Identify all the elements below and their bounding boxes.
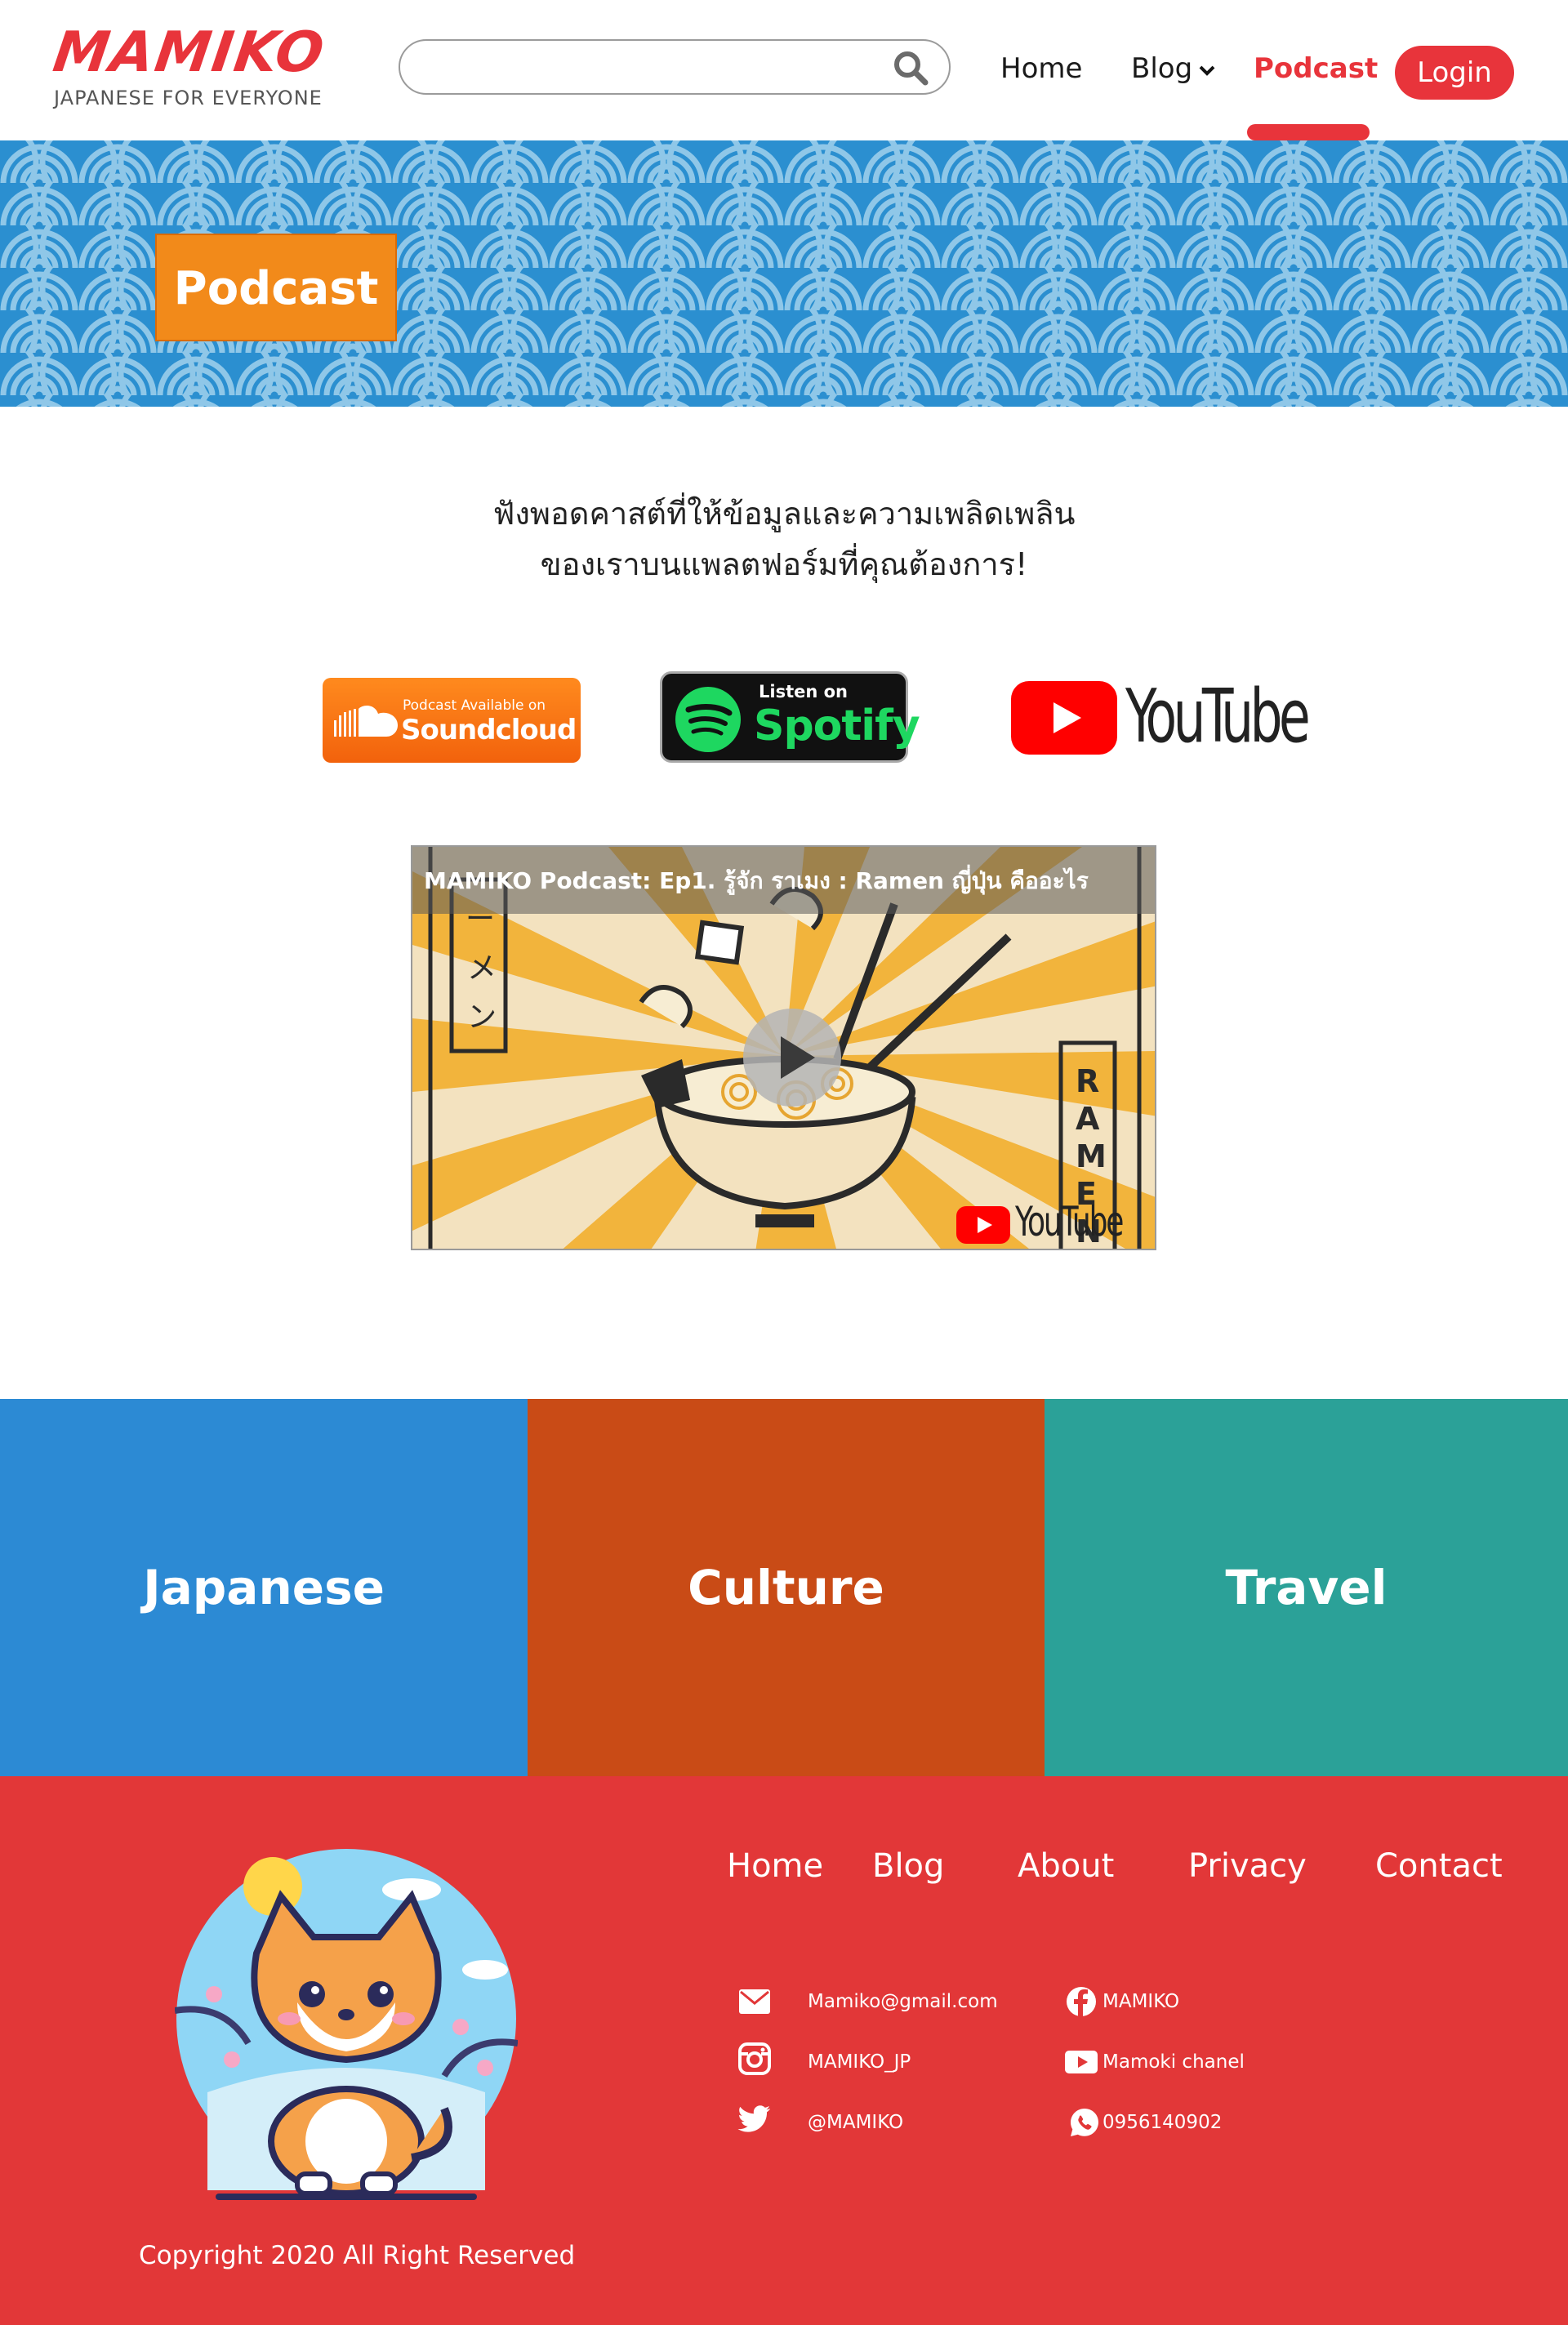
footer-nav-contact[interactable]: Contact [1375, 1847, 1503, 1885]
youtube-badge[interactable]: YouTube [1011, 676, 1346, 758]
video-youtube-brand[interactable]: YouTube [956, 1198, 1141, 1247]
soundcloud-badge-label: Soundcloud [401, 714, 577, 746]
intro-line-1: ฟังพอดคาสต์ที่ให้ข้อมูลและความเพลิดเพลิน [492, 496, 1076, 532]
category-label-culture: Culture [688, 1560, 884, 1615]
category-label-travel: Travel [1225, 1560, 1388, 1615]
whatsapp-phone-icon [1071, 2109, 1098, 2136]
search-input[interactable] [420, 52, 877, 83]
intro-text: ฟังพอดคาสต์ที่ให้ข้อมูลและความเพลิดเพลิน… [327, 488, 1241, 590]
contact-email[interactable]: Mamiko@gmail.com [808, 1989, 998, 2014]
contact-twitter[interactable]: @MAMIKO [808, 2110, 903, 2135]
site-logo[interactable]: MAMIKO JAPANESE FOR EVERYONE [50, 20, 330, 109]
svg-text:メ: メ [467, 951, 497, 985]
banner-title-box: Podcast [155, 234, 397, 341]
intro-line-2: ของเราบนแพลตฟอร์มที่คุณต้องการ! [540, 546, 1028, 582]
spotify-badge[interactable]: Listen on Spotify [660, 671, 920, 763]
video-title-bar: MAMIKO Podcast: Ep1. รู้จัก ราเมง : Rame… [412, 847, 1155, 914]
footer-nav-blog[interactable]: Blog [872, 1847, 944, 1885]
svg-text:R: R [1076, 1063, 1099, 1099]
youtube-icon [1065, 2051, 1098, 2073]
active-nav-indicator [1247, 124, 1370, 140]
footer-nav-home[interactable]: Home [727, 1847, 823, 1885]
spotify-icon [675, 687, 741, 752]
search-bar [399, 39, 951, 95]
contact-instagram[interactable]: MAMIKO_JP [808, 2050, 911, 2074]
search-icon[interactable] [892, 49, 929, 87]
soundcloud-icon [334, 706, 398, 737]
footer-nav-privacy[interactable]: Privacy [1188, 1847, 1307, 1885]
login-button[interactable]: Login [1395, 46, 1514, 100]
site-header: MAMIKO JAPANESE FOR EVERYONE Home Blog P… [0, 0, 1568, 140]
soundcloud-badge[interactable]: Podcast Available on Soundcloud [323, 678, 581, 763]
contact-phone[interactable]: 0956140902 [1102, 2110, 1222, 2135]
chevron-down-icon [1199, 65, 1215, 76]
facebook-icon [1067, 1987, 1096, 2016]
play-button-icon[interactable] [742, 1007, 843, 1108]
spotify-badge-label: Spotify [754, 702, 920, 751]
category-label-japanese: Japanese [143, 1560, 385, 1615]
shiba-mascot-illustration [175, 1849, 518, 2200]
svg-text:M: M [1076, 1138, 1107, 1174]
contact-facebook[interactable]: MAMIKO [1102, 1989, 1179, 2014]
video-youtube-wordmark: YouTube [1015, 1198, 1124, 1245]
logo-tagline: JAPANESE FOR EVERYONE [54, 87, 323, 109]
youtube-play-icon [956, 1206, 1010, 1244]
category-tile-culture[interactable]: Culture [528, 1399, 1045, 1776]
footer-nav-about[interactable]: About [1018, 1847, 1114, 1885]
youtube-play-icon [1011, 681, 1117, 755]
soundcloud-badge-caption: Podcast Available on [403, 697, 546, 714]
svg-text:ン: ン [467, 1000, 497, 1034]
nav-podcast[interactable]: Podcast [1254, 51, 1378, 87]
category-tile-travel[interactable]: Travel [1045, 1399, 1568, 1776]
nav-home[interactable]: Home [1000, 51, 1082, 87]
video-title[interactable]: MAMIKO Podcast: Ep1. รู้จัก ราเมง : Rame… [424, 863, 1089, 899]
page-title: Podcast [173, 262, 379, 315]
podcast-video-embed[interactable]: ー メ ン R A M E N MAMIKO Podcast: Ep1. รู้… [411, 845, 1156, 1250]
category-tile-japanese[interactable]: Japanese [0, 1399, 528, 1776]
svg-text:A: A [1076, 1101, 1100, 1137]
nav-blog-label: Blog [1131, 52, 1193, 85]
nav-blog[interactable]: Blog [1131, 51, 1217, 87]
spotify-badge-caption: Listen on [759, 682, 848, 702]
email-icon [739, 1989, 770, 2014]
contact-youtube[interactable]: Mamoki chanel [1102, 2050, 1245, 2074]
twitter-icon [737, 2105, 771, 2132]
logo-wordmark: MAMIKO [49, 20, 330, 85]
copyright-text: Copyright 2020 All Right Reserved [139, 2241, 576, 2270]
instagram-icon [738, 2042, 771, 2075]
youtube-badge-label: YouTube [1125, 674, 1311, 759]
